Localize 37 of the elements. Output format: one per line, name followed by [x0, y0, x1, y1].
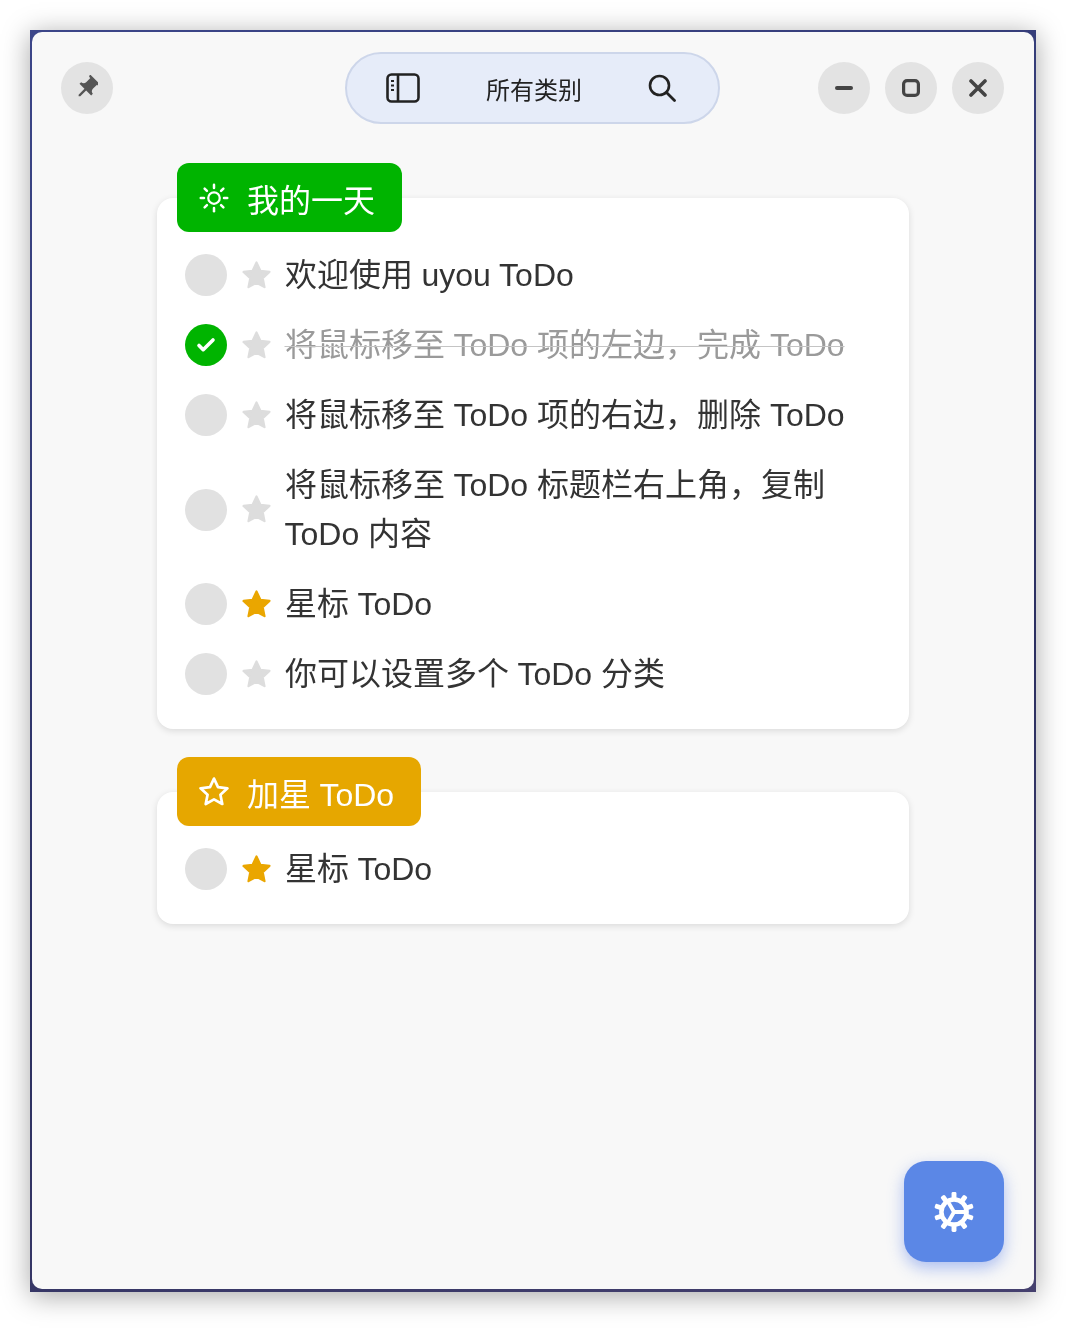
- star-icon[interactable]: [241, 495, 271, 524]
- settings-button[interactable]: [904, 1161, 1004, 1262]
- maximize-icon: [902, 79, 920, 97]
- todo-text: 你可以设置多个 ToDo 分类: [284, 654, 666, 694]
- checkbox[interactable]: [184, 324, 227, 366]
- maximize-button[interactable]: [885, 62, 937, 114]
- star-icon[interactable]: [241, 330, 271, 360]
- todo-text: 星标 ToDo: [284, 849, 434, 889]
- pin-button[interactable]: [61, 62, 113, 114]
- settings-icon: [933, 1190, 975, 1233]
- todo-text: 星标 ToDo: [284, 584, 434, 624]
- check-icon: [195, 335, 216, 355]
- todo-text: 欢迎使用 uyou ToDo: [284, 255, 575, 295]
- star-icon[interactable]: [241, 589, 271, 619]
- checkbox[interactable]: [184, 394, 227, 436]
- close-icon: [969, 79, 987, 97]
- todo-text: 将鼠标移至 ToDo 标题栏右上角，复制 ToDo 内容: [284, 465, 826, 554]
- star-icon: [198, 776, 229, 807]
- todo-text: 将鼠标移至 ToDo 项的右边，删除 ToDo: [284, 395, 846, 435]
- star-icon[interactable]: [241, 260, 271, 290]
- star-icon[interactable]: [241, 854, 271, 884]
- checkbox[interactable]: [184, 488, 227, 531]
- checkbox[interactable]: [184, 254, 227, 296]
- star-icon[interactable]: [241, 659, 271, 689]
- checkbox[interactable]: [184, 848, 227, 890]
- list-title: 我的一天: [246, 181, 375, 221]
- list-title: 加星 ToDo: [246, 775, 395, 815]
- close-button[interactable]: [952, 62, 1004, 114]
- checkbox[interactable]: [184, 653, 227, 695]
- star-icon[interactable]: [241, 400, 271, 430]
- sidebar-icon[interactable]: [386, 73, 420, 103]
- search-icon[interactable]: [648, 74, 676, 102]
- minimize-icon: [835, 86, 853, 90]
- checkbox[interactable]: [184, 583, 227, 625]
- sun-icon: [198, 182, 229, 213]
- category-title[interactable]: 所有类别: [486, 70, 582, 106]
- minimize-button[interactable]: [818, 62, 870, 114]
